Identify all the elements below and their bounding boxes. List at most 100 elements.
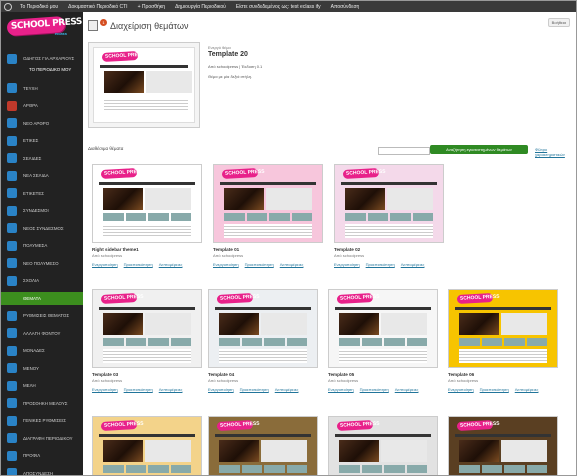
theme-preview-logo: SCHOOL PRESS (216, 293, 260, 304)
wordpress-icon[interactable] (1, 1, 15, 12)
admin-bar-logout[interactable]: Αποσύνδεση (326, 4, 365, 10)
theme-screenshot[interactable]: SCHOOL PRESS (92, 164, 202, 243)
search-installed-themes-button[interactable]: Αναζήτηση εγκατεστημένων θεμάτων (430, 145, 528, 154)
sidebar-item-20[interactable]: ΠΡΟΣΘΗΚΗ ΜΕΛΟΥΣ (1, 397, 83, 410)
sidebar-item-3[interactable]: ΑΡΘΡΑ (1, 99, 83, 112)
admin-bar-my-magazine[interactable]: Το Περιοδικό μου (15, 4, 63, 10)
theme-name: Template 05 (328, 372, 355, 377)
theme-preview-row (345, 213, 433, 221)
theme-preview-logo-text: SCHOOL PRESS (459, 420, 500, 429)
help-button[interactable]: Βοήθεια (547, 18, 570, 27)
sidebar-item-icon (7, 135, 17, 146)
theme-preview-row (103, 213, 191, 221)
feature-filter-link[interactable]: Φίλτρο χαρακτηριστικών (535, 147, 576, 157)
activate-link[interactable]: Ενεργοποίηση (334, 262, 360, 267)
sidebar-item-1[interactable]: ΟΔΗΓΟΣ ΓΙΑ ΑΡΧΑΡΙΟΥΣ (1, 52, 83, 65)
theme-preview-logo-text: SCHOOL PRESS (345, 168, 386, 177)
sidebar-item-2[interactable]: ΤΕΥΧΗ (1, 82, 83, 95)
sidebar-item-13[interactable]: ΣΧΟΛΙΑ (1, 274, 83, 287)
theme-screenshot[interactable]: SCHOOL PRESS (334, 164, 444, 243)
sidebar-item-18[interactable]: ΜΕΝΟΥ (1, 362, 83, 375)
activate-link[interactable]: Ενεργοποίηση (213, 262, 239, 267)
theme-preview-sidebar (261, 440, 307, 462)
activate-link[interactable]: Ενεργοποίηση (92, 262, 118, 267)
sidebar-item-15[interactable]: ΡΥΘΜΙΣΕΙΣ ΘΕΜΑΤΟΣ (1, 309, 83, 322)
theme-preview-row (224, 213, 312, 221)
preview-link[interactable]: Προεπισκόπηση (366, 262, 395, 267)
theme-screenshot[interactable]: SCHOOL PRESS (208, 416, 318, 475)
details-link[interactable]: Λεπτομέρειες (159, 262, 183, 267)
theme-screenshot[interactable]: SCHOOL PRESS (92, 416, 202, 475)
activate-link[interactable]: Ενεργοποίηση (328, 387, 354, 392)
sidebar-item-5[interactable]: ΕΤΙΚΕΣ (1, 134, 83, 147)
theme-screenshot[interactable]: SCHOOL PRESS (213, 164, 323, 243)
sidebar-item-8[interactable]: ΕΤΙΚΕΤΕΣ (1, 187, 83, 200)
sidebar-item-icon (7, 258, 17, 268)
details-link[interactable]: Λεπτομέρειες (401, 262, 425, 267)
theme-preview-row (103, 465, 191, 473)
admin-bar-create-magazine[interactable]: Δημιουργία Περιοδικού (170, 4, 231, 10)
sidebar-item-icon (7, 240, 17, 251)
school-press-logo[interactable]: SCHOOL PRESS eclass (6, 15, 82, 42)
theme-preview-hero (224, 188, 264, 210)
sidebar-item-14[interactable]: ΘΕΜΑΤΑ (1, 291, 83, 305)
theme-screenshot[interactable]: SCHOOL PRESS (448, 416, 558, 475)
sidebar-item-11[interactable]: ΠΟΛΥΜΕΣΑ (1, 239, 83, 252)
activate-link[interactable]: Ενεργοποίηση (448, 387, 474, 392)
theme-preview-logo-text: SCHOOL PRESS (224, 168, 265, 177)
preview-link[interactable]: Προεπισκόπηση (480, 387, 509, 392)
sidebar-item-19[interactable]: ΜΕΛΗ (1, 379, 83, 392)
theme-screenshot[interactable]: SCHOOL PRESS (328, 289, 438, 368)
sidebar-item-21[interactable]: ΓΕΝΙΚΕΣ ΡΥΘΜΙΣΕΙΣ (1, 414, 83, 427)
sidebar-item-23[interactable]: ΠΡΟΦΙΛ (1, 449, 83, 462)
sidebar-item-24[interactable]: ΑΠΟΣΥΝΔΕΣΗ (1, 467, 83, 475)
sidebar-item-16[interactable]: ΑΛΛΑΓΗ ΦΟΝΤΟΥ (1, 327, 83, 340)
preview-link[interactable]: Προεπισκόπηση (245, 262, 274, 267)
theme-preview-nav (99, 434, 195, 437)
admin-bar-site[interactable]: Δοκιμαστικό Περιοδικό CTI (63, 4, 132, 10)
theme-name: Template 04 (208, 372, 235, 377)
sidebar-item-icon (7, 468, 17, 475)
theme-screenshot[interactable]: SCHOOL PRESS (92, 289, 202, 368)
sidebar-item-label: ΝΕΟ ΠΟΛΥΜΕΣΟ (23, 260, 59, 266)
admin-bar-add-new[interactable]: + Προσθήκη (133, 4, 170, 10)
details-link[interactable]: Λεπτομέρειες (159, 387, 183, 392)
theme-search-input[interactable] (378, 147, 430, 155)
details-link[interactable]: Λεπτομέρειες (275, 387, 299, 392)
sidebar-item-22[interactable]: ΔΙΑΓΡΑΦΗ ΠΕΡΙΟΔΙΚΟΥ (1, 432, 83, 445)
sidebar-item-icon (7, 100, 17, 111)
theme-screenshot[interactable]: SCHOOL PRESS (448, 289, 558, 368)
sidebar-item-label: ΔΙΑΓΡΑΦΗ ΠΕΡΙΟΔΙΚΟΥ (23, 435, 73, 441)
sidebar-item-label: ΣΧΟΛΙΑ (23, 278, 40, 283)
theme-actions: Ενεργοποίηση Προεπισκόπηση Λεπτομέρειες (92, 387, 188, 392)
theme-screenshot[interactable]: SCHOOL PRESS (208, 289, 318, 368)
theme-preview-logo: SCHOOL PRESS (100, 293, 144, 304)
activate-link[interactable]: Ενεργοποίηση (92, 387, 118, 392)
theme-name: Right sidebar theme1 (92, 247, 139, 252)
preview-link[interactable]: Προεπισκόπηση (360, 387, 389, 392)
preview-link[interactable]: Προεπισκόπηση (124, 262, 153, 267)
details-link[interactable]: Λεπτομέρειες (515, 387, 539, 392)
sidebar-item-6[interactable]: ΣΕΛΙΔΕΣ (1, 152, 83, 165)
theme-preview-nav (99, 307, 195, 310)
sidebar-subitem-my-magazine[interactable]: ΤΟ ΠΕΡΙΟΔΙΚΟ ΜΟΥ (29, 67, 71, 72)
sidebar-item-icon (7, 170, 17, 181)
details-link[interactable]: Λεπτομέρειες (280, 262, 304, 267)
sidebar-item-12[interactable]: ΝΕΟ ΠΟΛΥΜΕΣΟ (1, 257, 83, 270)
theme-preview-hero (339, 313, 379, 335)
theme-preview-sidebar (387, 188, 433, 210)
theme-preview-logo-text: SCHOOL PRESS (339, 293, 380, 302)
activate-link[interactable]: Ενεργοποίηση (208, 387, 234, 392)
sidebar-item-4[interactable]: ΝΕΟ ΑΡΘΡΟ (1, 117, 83, 130)
admin-bar-logged-in-as[interactable]: Είστε συνδεδεμένος ως: test eclass ify (231, 4, 326, 10)
details-link[interactable]: Λεπτομέρειες (395, 387, 419, 392)
sidebar-item-10[interactable]: ΝΕΟΣ ΣΥΝΔΕΣΜΟΣ (1, 222, 83, 235)
preview-link[interactable]: Προεπισκόπηση (240, 387, 269, 392)
sidebar-item-9[interactable]: ΣΥΝΔΕΣΜΟΙ (1, 204, 83, 217)
sidebar-item-icon (7, 310, 17, 321)
sidebar-item-7[interactable]: ΝΕΑ ΣΕΛΙΔΑ (1, 169, 83, 182)
preview-link[interactable]: Προεπισκόπηση (124, 387, 153, 392)
sidebar: SCHOOL PRESS eclass ΟΔΗΓΟΣ ΓΙΑ ΑΡΧΑΡΙΟΥΣ… (1, 12, 83, 475)
sidebar-item-17[interactable]: ΜΟΝΑΔΕΣ (1, 344, 83, 357)
theme-screenshot[interactable]: SCHOOL PRESS (328, 416, 438, 475)
